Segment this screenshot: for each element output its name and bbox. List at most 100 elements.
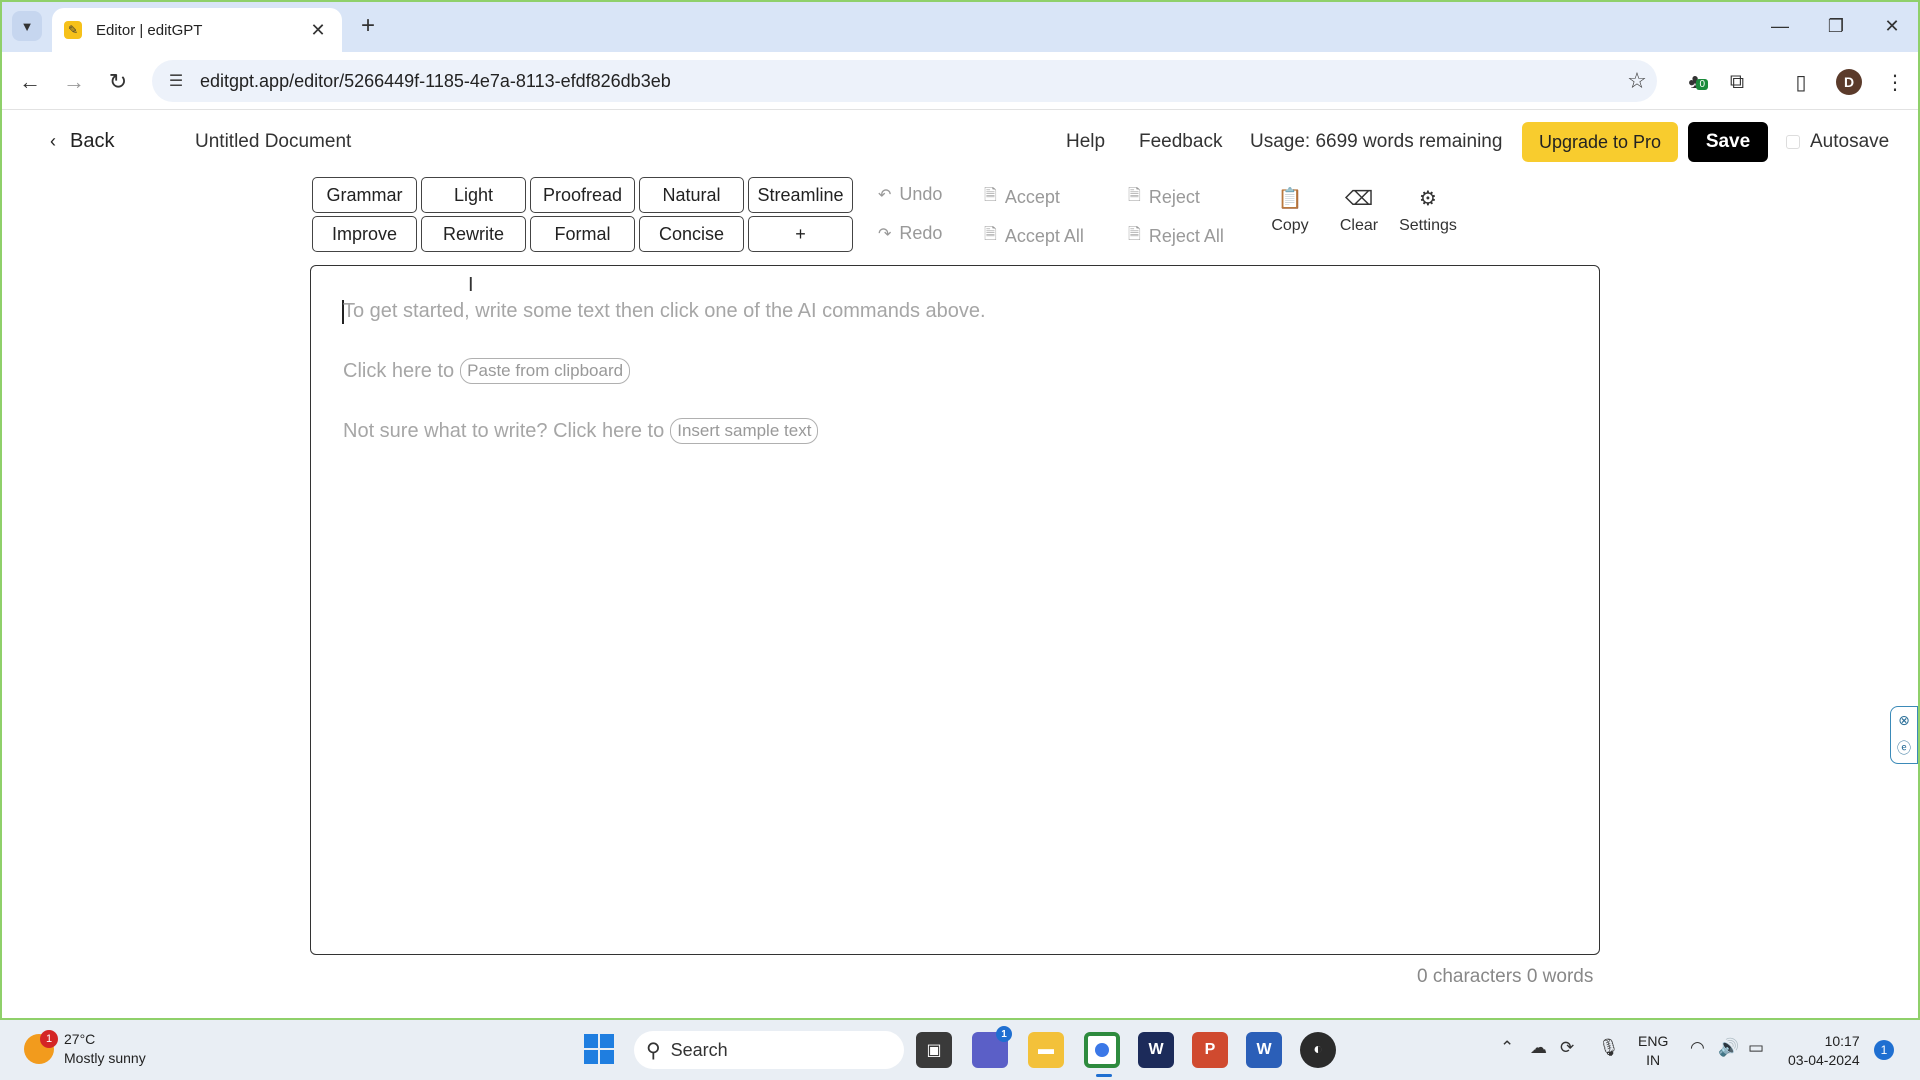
autosave-checkbox[interactable] [1786,135,1800,149]
undo-label: Undo [899,184,943,204]
webex-icon[interactable]: W [1138,1032,1174,1068]
tab-search-button[interactable]: ▼ [12,11,42,41]
document-check-all-icon: 🗎 [984,226,997,243]
language-indicator[interactable]: ENG IN [1638,1032,1668,1070]
profile-avatar[interactable]: D [1832,65,1866,99]
file-explorer-icon[interactable]: ▬ [1028,1032,1064,1068]
sync-icon[interactable]: ⟳ [1560,1038,1574,1058]
accept-all-button[interactable]: 🗎 Accept All [984,223,1084,250]
minimize-button[interactable]: — [1760,10,1800,42]
word-icon[interactable]: W [1246,1032,1282,1068]
gear-icon: ⚙ [1419,187,1437,210]
address-bar[interactable]: ☰ editgpt.app/editor/5266449f-1185-4e7a-… [152,60,1657,102]
copy-button[interactable]: 📋 Copy [1257,172,1323,248]
volume-icon[interactable]: 🔊 [1718,1038,1739,1058]
task-view-icon[interactable]: ▣ [916,1032,952,1068]
streamline-button[interactable]: Streamline [748,177,853,213]
tab-close-icon[interactable]: ✕ [306,20,330,41]
help-link[interactable]: Help [1066,131,1105,153]
side-panel-icon[interactable]: ▯ [1784,65,1818,99]
url-text[interactable]: editgpt.app/editor/5266449f-1185-4e7a-81… [200,71,1617,92]
weather-widget[interactable]: 1 27°C Mostly sunny [24,1030,146,1068]
light-button[interactable]: Light [421,177,526,213]
close-circle-icon[interactable]: ⊗ [1898,712,1910,729]
save-button[interactable]: Save [1688,122,1768,162]
new-tab-button[interactable]: + [354,12,382,40]
microphone-icon[interactable]: 🎙 [1598,1038,1620,1058]
eraser-icon: ⌫ [1344,187,1374,210]
accept-button[interactable]: 🗎 Accept [984,184,1060,211]
natural-button[interactable]: Natural [639,177,744,213]
editgpt-favicon-icon: ✎ [64,21,82,39]
clock[interactable]: 10:17 03-04-2024 [1788,1032,1860,1070]
e-circle-icon[interactable]: ⓔ [1897,738,1911,758]
accept-label: Accept [1004,187,1060,207]
chrome-icon[interactable] [1084,1032,1120,1068]
powerpoint-icon[interactable]: P [1192,1032,1228,1068]
paste-from-clipboard-button[interactable]: Paste from clipboard [460,358,631,384]
document-title[interactable]: Untitled Document [195,131,351,153]
reload-icon[interactable]: ↻ [102,66,134,98]
teams-icon[interactable]: 1 [972,1026,1012,1068]
rewrite-button[interactable]: Rewrite [421,216,526,252]
copy-label: Copy [1271,216,1309,234]
taskbar: 1 27°C Mostly sunny ⚲ Search ▣ 1 ▬ W P W… [0,1020,1920,1080]
clipboard-icon: 📋 [1277,187,1303,210]
mouse-ibeam-cursor-icon: I [468,274,474,296]
document-check-icon: 🗎 [984,187,997,204]
browser-tab[interactable]: ✎ Editor | editGPT ✕ [52,8,342,52]
improve-button[interactable]: Improve [312,216,417,252]
text-editor[interactable]: To get started, write some text then cli… [310,265,1600,955]
windows-start-icon[interactable] [584,1034,614,1064]
weather-desc: Mostly sunny [64,1050,146,1066]
upgrade-to-pro-button[interactable]: Upgrade to Pro [1522,122,1678,162]
extension-badge-icon[interactable]: ♣ 0 [1678,65,1712,99]
reject-button[interactable]: 🗎 Reject [1128,184,1200,211]
extension-badge-count: 0 [1696,78,1708,90]
reject-all-button[interactable]: 🗎 Reject All [1128,223,1224,250]
add-command-button[interactable]: + [748,216,853,252]
grammar-button[interactable]: Grammar [312,177,417,213]
settings-label: Settings [1399,216,1457,234]
bookmark-star-icon[interactable]: ☆ [1617,68,1657,94]
concise-button[interactable]: Concise [639,216,744,252]
chevron-up-icon[interactable]: ⌃ [1500,1038,1514,1058]
lang-line1: ENG [1638,1033,1669,1049]
app-icon[interactable]: ◐ [1300,1032,1336,1068]
battery-icon[interactable]: ▭ [1748,1038,1764,1058]
site-info-icon[interactable]: ☰ [156,65,196,97]
restore-button[interactable]: ❐ [1816,10,1856,42]
formal-button[interactable]: Formal [530,216,635,252]
back-arrow-icon[interactable]: ← [14,66,46,98]
feedback-link[interactable]: Feedback [1139,131,1222,153]
editor-app: ‹ Back Untitled Document Help Feedback U… [2,110,1918,1018]
document-x-icon: 🗎 [1128,187,1141,204]
redo-button[interactable]: ↷ Redo [878,223,942,244]
taskbar-search[interactable]: ⚲ Search [634,1031,904,1069]
wifi-icon[interactable]: ◠ [1690,1038,1705,1058]
undo-button[interactable]: ↶ Undo [878,184,942,205]
forward-arrow-icon[interactable]: → [58,66,90,98]
browser-toolbar: ← → ↻ ☰ editgpt.app/editor/5266449f-1185… [2,52,1918,110]
sample-prefix: Not sure what to write? Click here to [343,419,665,442]
clock-date: 03-04-2024 [1788,1052,1860,1068]
back-label: Back [70,130,115,152]
back-button[interactable]: ‹ Back [50,130,114,153]
chevron-down-icon: ▼ [20,18,34,34]
profile-initial: D [1836,69,1862,95]
autosave-toggle[interactable]: Autosave [1786,131,1889,153]
paste-prefix: Click here to [343,359,455,382]
close-window-button[interactable]: ✕ [1872,10,1912,42]
character-word-counter: 0 characters 0 words [1417,966,1594,987]
extensions-puzzle-icon[interactable]: ⧉ [1720,65,1754,99]
side-widget[interactable]: ⊗ ⓔ [1890,706,1918,764]
proofread-button[interactable]: Proofread [530,177,635,213]
insert-sample-text-button[interactable]: Insert sample text [670,418,819,444]
notification-badge[interactable]: 1 [1874,1040,1894,1060]
sample-helper: Not sure what to write? Click here to In… [343,418,819,444]
onedrive-cloud-icon[interactable]: ☁ [1530,1038,1547,1058]
clear-button[interactable]: ⌫ Clear [1326,172,1392,248]
menu-kebab-icon[interactable]: ⋮ [1878,65,1912,99]
settings-button[interactable]: ⚙ Settings [1395,172,1461,248]
accept-all-label: Accept All [1004,226,1084,246]
